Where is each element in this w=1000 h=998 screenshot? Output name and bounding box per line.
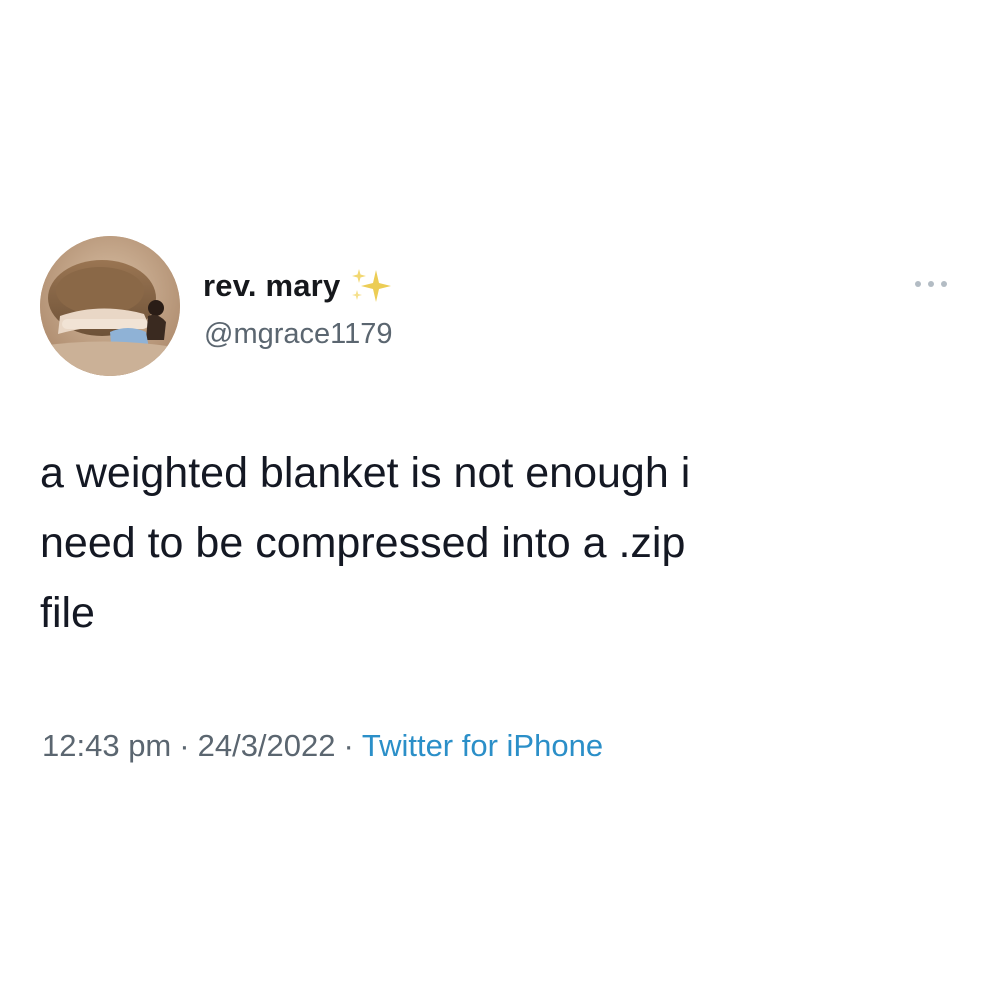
- ellipsis-icon[interactable]: [906, 272, 956, 296]
- display-name[interactable]: rev. mary: [203, 268, 340, 304]
- tweet-source-link[interactable]: Twitter for iPhone: [362, 728, 603, 764]
- separator-dot: ·: [179, 728, 190, 763]
- author-name-row[interactable]: rev. mary: [203, 266, 392, 306]
- separator-dot: ·: [343, 728, 354, 763]
- tweet-time[interactable]: 12:43 pm: [42, 728, 171, 764]
- tweet-date[interactable]: 24/3/2022: [198, 728, 336, 764]
- profile-photo-icon: [40, 236, 180, 376]
- tweet-text: a weighted blanket is not enough i need …: [40, 449, 691, 637]
- tweet-card: rev. mary @mgrace1179 a weighted blanket…: [0, 0, 1000, 998]
- tweet-metadata: 12:43 pm · 24/3/2022 · Twitter for iPhon…: [42, 725, 603, 767]
- author-handle[interactable]: @mgrace1179: [204, 318, 393, 351]
- sparkles-icon: [346, 266, 392, 306]
- avatar[interactable]: [40, 236, 180, 376]
